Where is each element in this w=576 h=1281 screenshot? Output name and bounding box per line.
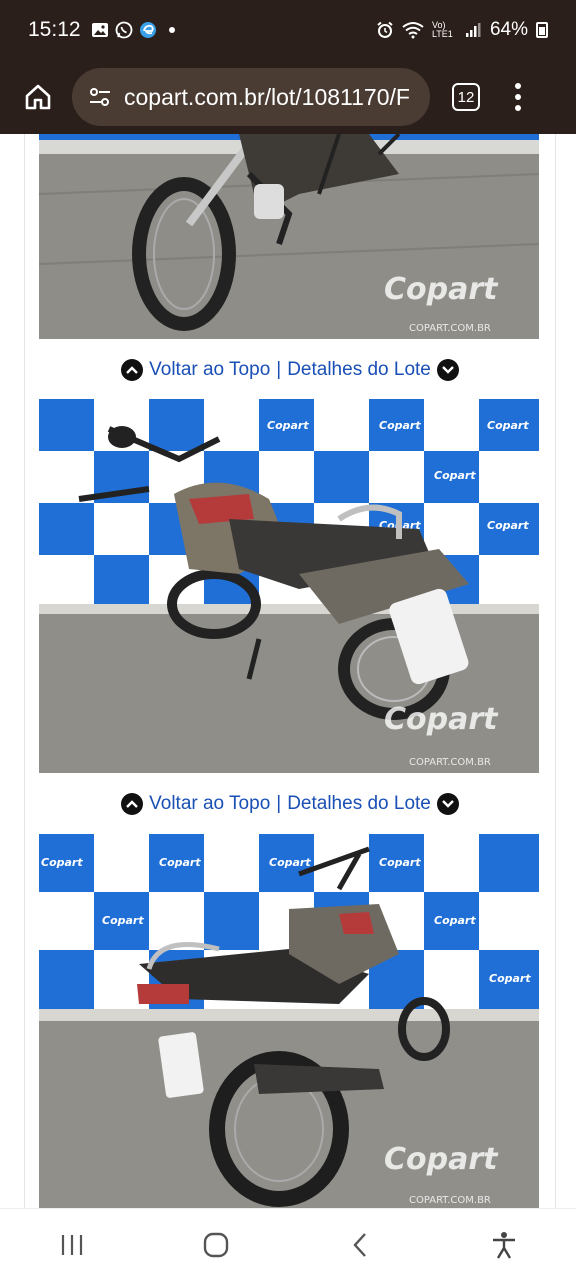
signal-icon [465,23,481,37]
svg-text:Copart: Copart [269,856,311,869]
status-left: 15:12 [28,18,181,42]
back-to-top-link[interactable]: Voltar ao Topo [149,793,270,815]
system-nav-bar [0,1208,576,1281]
alarm-icon [377,21,393,38]
photo-watermark: Copart [384,272,499,307]
menu-dot [515,105,521,111]
volte-label: Vo) LTE1 [431,20,453,39]
whatsapp-icon [115,21,132,39]
svg-text:Copart: Copart [487,419,529,432]
svg-text:Copart: Copart [489,972,531,985]
lot-photo-2[interactable]: Copart Copart Copart Copart Copart Copar… [39,399,539,773]
menu-dot [515,83,521,89]
chevron-down-icon[interactable] [436,359,459,381]
svg-text:Copart: Copart [379,419,421,432]
battery-percent: 64% [489,19,528,40]
notification-icons [91,21,181,39]
svg-text:Copart: Copart [434,469,476,482]
accessibility-button[interactable] [474,1215,534,1275]
dot-icon [168,27,175,33]
url-text: copart.com.br/lot/1081170/F [124,83,410,110]
lot-nav-row: Voltar ao Topo | Detalhes do Lote [25,788,555,820]
back-to-top-link[interactable]: Voltar ao Topo [149,359,270,381]
more-menu-button[interactable] [512,83,524,111]
page-content: Copart COPART.COM.BR Voltar ao Topo | De… [24,134,556,1208]
motorcycle-photo-front: Copart COPART.COM.BR [39,134,539,339]
edge-icon [139,22,156,38]
status-right: Vo) LTE1 64% [376,19,548,41]
status-bar: 15:12 Vo) LTE1 64% [0,0,576,60]
svg-text:Copart: Copart [379,856,421,869]
back-chevron-icon [353,1233,366,1257]
lot-details-link[interactable]: Detalhes do Lote [287,359,431,381]
photo-watermark-sub: COPART.COM.BR [409,323,491,334]
photo-watermark-sub: COPART.COM.BR [409,1195,491,1206]
tab-switcher-button[interactable]: 12 [452,83,480,111]
chevron-up-icon[interactable] [121,793,144,815]
svg-text:Copart: Copart [102,914,144,927]
nav-separator: | [276,359,282,380]
battery-icon [536,22,548,38]
lot-photo-1[interactable]: Copart COPART.COM.BR [39,134,539,339]
home-circle-icon [203,1232,229,1258]
photo-watermark-sub: COPART.COM.BR [409,757,491,768]
chevron-down-icon[interactable] [436,793,459,815]
svg-text:Copart: Copart [41,856,83,869]
home-button[interactable] [16,75,60,119]
home-nav-button[interactable] [186,1215,246,1275]
lot-nav-row: Voltar ao Topo | Detalhes do Lote [25,354,555,386]
home-icon [25,84,51,110]
accessibility-icon [493,1232,515,1259]
lot-photo-3[interactable]: Copart Copart Copart Copart Copart Copar… [39,834,539,1208]
photo-watermark: Copart [384,1142,499,1177]
site-settings-icon[interactable] [88,86,112,108]
motorcycle-photo-rear: Copart Copart Copart Copart Copart Copar… [39,834,539,1208]
svg-text:Copart: Copart [159,856,201,869]
chevron-up-icon[interactable] [121,359,144,381]
photo-watermark: Copart [384,702,499,737]
status-time: 15:12 [28,18,81,41]
svg-text:Copart: Copart [487,519,529,532]
browser-toolbar: copart.com.br/lot/1081170/F 12 [0,60,576,134]
url-bar[interactable]: copart.com.br/lot/1081170/F [72,68,430,126]
nav-separator: | [276,793,282,814]
svg-text:Copart: Copart [267,419,309,432]
recent-apps-button[interactable] [42,1215,102,1275]
gallery-icon [91,23,108,37]
lot-details-link[interactable]: Detalhes do Lote [287,793,431,815]
svg-text:Copart: Copart [434,914,476,927]
motorcycle-photo-side: Copart Copart Copart Copart Copart Copar… [39,399,539,773]
recent-apps-icon [61,1235,83,1255]
menu-dot [515,94,521,100]
back-button[interactable] [330,1215,390,1275]
wifi-icon [402,22,424,39]
svg-text:Copart: Copart [264,469,306,482]
